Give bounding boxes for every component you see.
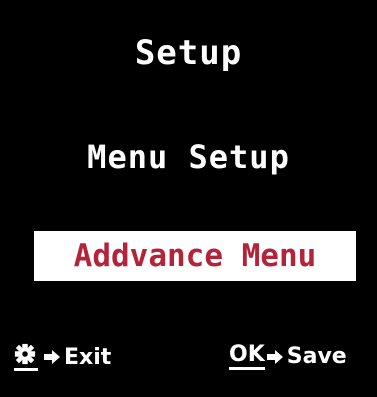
screen-title: Setup: [134, 33, 243, 73]
exit-label: Exit: [64, 344, 112, 370]
camera-setup-screen: Setup Menu Setup Addvance Menu Exit OK S…: [0, 0, 377, 397]
footer-hints: Exit OK Save: [0, 335, 377, 379]
ok-key-label: OK: [229, 343, 265, 370]
menu-item-advance-menu-selected[interactable]: Addvance Menu: [34, 231, 356, 281]
save-hint[interactable]: OK Save: [229, 343, 347, 370]
exit-hint[interactable]: Exit: [14, 343, 111, 371]
save-label: Save: [286, 344, 347, 369]
menu-item-menu-setup[interactable]: Menu Setup: [0, 138, 377, 176]
arrow-right-icon: [266, 349, 283, 364]
gear-icon: [14, 343, 38, 371]
arrow-right-icon: [44, 350, 60, 364]
